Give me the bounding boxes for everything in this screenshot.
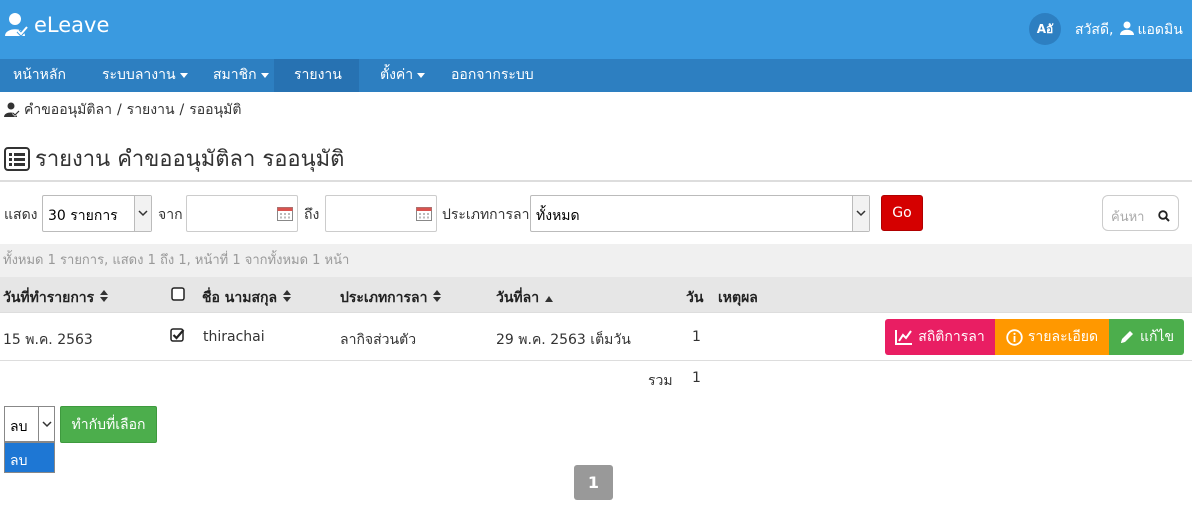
search-placeholder: ค้นหา [1111, 210, 1145, 225]
bulk-action-value: ลบ [10, 419, 28, 435]
caret-down-icon [286, 105, 294, 111]
brand[interactable]: eLeave [4, 12, 109, 38]
pencil-icon [1119, 329, 1135, 345]
sort-icon [283, 290, 292, 306]
nav-settings[interactable]: ตั้งค่า [372, 59, 433, 92]
result-summary: ทั้งหมด 1 รายการ, แสดง 1 ถึง 1, หน้าที่ … [0, 244, 1192, 277]
nav-reports[interactable]: รายงาน [274, 59, 359, 111]
go-button[interactable]: Go [881, 195, 923, 231]
nav-home[interactable]: หน้าหลัก [5, 59, 74, 92]
page-title: รายงาน คำขออนุมัติลา รออนุมัติ [4, 141, 344, 176]
language-button[interactable]: Aอั [1029, 13, 1061, 45]
user-check-icon [4, 102, 20, 118]
breadcrumb-pending: รออนุมัติ [189, 102, 242, 118]
user-menu[interactable]: สวัสดี, แอดมิน [1075, 19, 1183, 41]
nav-settings-label: ตั้งค่า [380, 67, 414, 83]
user-check-icon [4, 12, 30, 38]
sort-icon [100, 290, 109, 306]
apply-selected-button[interactable]: ทำกับที่เลือก [60, 406, 157, 443]
edit-button-label: แก้ไข [1139, 329, 1175, 345]
total-label: รวม [648, 373, 673, 389]
table-row: 15 พ.ค. 2563 thirachai ลากิจส่วนตัว 29 พ… [0, 313, 1192, 361]
pagination-page-1[interactable]: 1 [574, 465, 613, 500]
user-name: แอดมิน [1137, 22, 1183, 38]
from-date-input[interactable] [186, 195, 298, 232]
list-icon [4, 146, 35, 171]
col-date-header[interactable]: วันที่ทำรายการ [3, 287, 109, 309]
breadcrumb-separator: / [116, 102, 122, 118]
greeting-text: สวัสดี, [1075, 22, 1114, 38]
chevron-down-icon [38, 407, 54, 441]
table-header: วันที่ทำรายการ ชื่อ นามสกุล ประเภทการลา … [0, 277, 1192, 313]
chevron-down-icon [134, 196, 151, 231]
leave-type-label: ประเภทการลา [442, 207, 530, 223]
nav-logout-label: ออกจากระบบ [451, 67, 534, 83]
nav-members[interactable]: สมาชิก [205, 59, 277, 92]
col-days-header: วัน [686, 287, 703, 309]
breadcrumb-leave-requests[interactable]: คำขออนุมัติลา [24, 99, 112, 121]
caret-down-icon [260, 72, 269, 78]
stats-button-label: สถิติการลา [918, 329, 985, 345]
user-icon [1119, 21, 1134, 39]
leave-type-select[interactable]: ทั้งหมด [530, 195, 870, 232]
nav-leave-system[interactable]: ระบบลางาน [94, 59, 196, 92]
page-title-text: รายงาน คำขออนุมัติลา รออนุมัติ [35, 147, 345, 172]
nav-leave-system-label: ระบบลางาน [102, 67, 176, 83]
col-name-header[interactable]: ชื่อ นามสกุล [202, 287, 292, 309]
line-chart-icon [895, 329, 913, 345]
page-size-value: 30 รายการ [48, 208, 118, 224]
row-name: thirachai [203, 329, 265, 345]
row-checkbox[interactable] [170, 328, 185, 347]
bulk-action-select[interactable]: ลบ [4, 406, 55, 442]
col-leave-date-header[interactable]: วันที่ลา [496, 287, 554, 309]
nav-home-label: หน้าหลัก [13, 67, 66, 83]
sort-asc-icon [545, 290, 554, 306]
nav-logout[interactable]: ออกจากระบบ [443, 59, 542, 92]
col-reason-label: เหตุผล [718, 290, 758, 306]
total-value: 1 [692, 370, 701, 386]
app-title: eLeave [34, 13, 110, 37]
caret-down-icon [179, 72, 188, 78]
row-date: 15 พ.ค. 2563 [3, 332, 93, 348]
calendar-icon[interactable] [416, 206, 432, 225]
top-bar: eLeave Aอั สวัสดี, แอดมิน [0, 0, 1192, 59]
bulk-action-option-delete[interactable]: ลบ [4, 442, 55, 473]
nav-reports-label: รายงาน [294, 67, 342, 83]
caret-down-icon [417, 72, 426, 78]
nav-members-label: สมาชิก [213, 67, 257, 83]
breadcrumb-separator: / [179, 102, 185, 118]
to-date-input[interactable] [325, 195, 437, 232]
details-button-label: รายละเอียด [1027, 329, 1099, 345]
from-label: จาก [158, 207, 183, 223]
stats-button[interactable]: สถิติการลา [885, 319, 995, 355]
page-size-select[interactable]: 30 รายการ [42, 195, 152, 232]
breadcrumb-reports[interactable]: รายงาน [127, 99, 175, 121]
main-nav: หน้าหลัก ระบบลางาน สมาชิก รายงาน ตั้งค่า… [0, 59, 1192, 111]
col-date-label: วันที่ทำรายการ [3, 290, 95, 306]
col-leave-date-label: วันที่ลา [496, 290, 540, 306]
breadcrumb: คำขออนุมัติลา / รายงาน / รออนุมัติ [4, 99, 241, 121]
info-icon [1006, 328, 1023, 346]
col-days-label: วัน [686, 290, 704, 306]
row-type: ลากิจส่วนตัว [340, 332, 417, 348]
row-leave-date: 29 พ.ค. 2563 เต็มวัน [496, 332, 631, 348]
show-label: แสดง [4, 207, 38, 223]
search-input[interactable]: ค้นหา [1102, 195, 1179, 231]
to-label: ถึง [304, 207, 320, 223]
select-all-checkbox[interactable] [171, 287, 185, 301]
total-row: รวม 1 [0, 361, 1192, 395]
col-reason-header: เหตุผล [718, 287, 758, 309]
sort-icon [433, 290, 442, 306]
details-button[interactable]: รายละเอียด [995, 319, 1109, 355]
col-type-label: ประเภทการลา [340, 290, 428, 306]
calendar-icon[interactable] [277, 206, 293, 225]
col-type-header[interactable]: ประเภทการลา [340, 287, 442, 309]
edit-button[interactable]: แก้ไข [1109, 319, 1184, 355]
leave-type-value: ทั้งหมด [536, 208, 580, 224]
row-days: 1 [692, 329, 701, 345]
chevron-down-icon [852, 196, 869, 231]
col-name-label: ชื่อ นามสกุล [202, 290, 278, 306]
search-icon[interactable] [1158, 207, 1170, 226]
